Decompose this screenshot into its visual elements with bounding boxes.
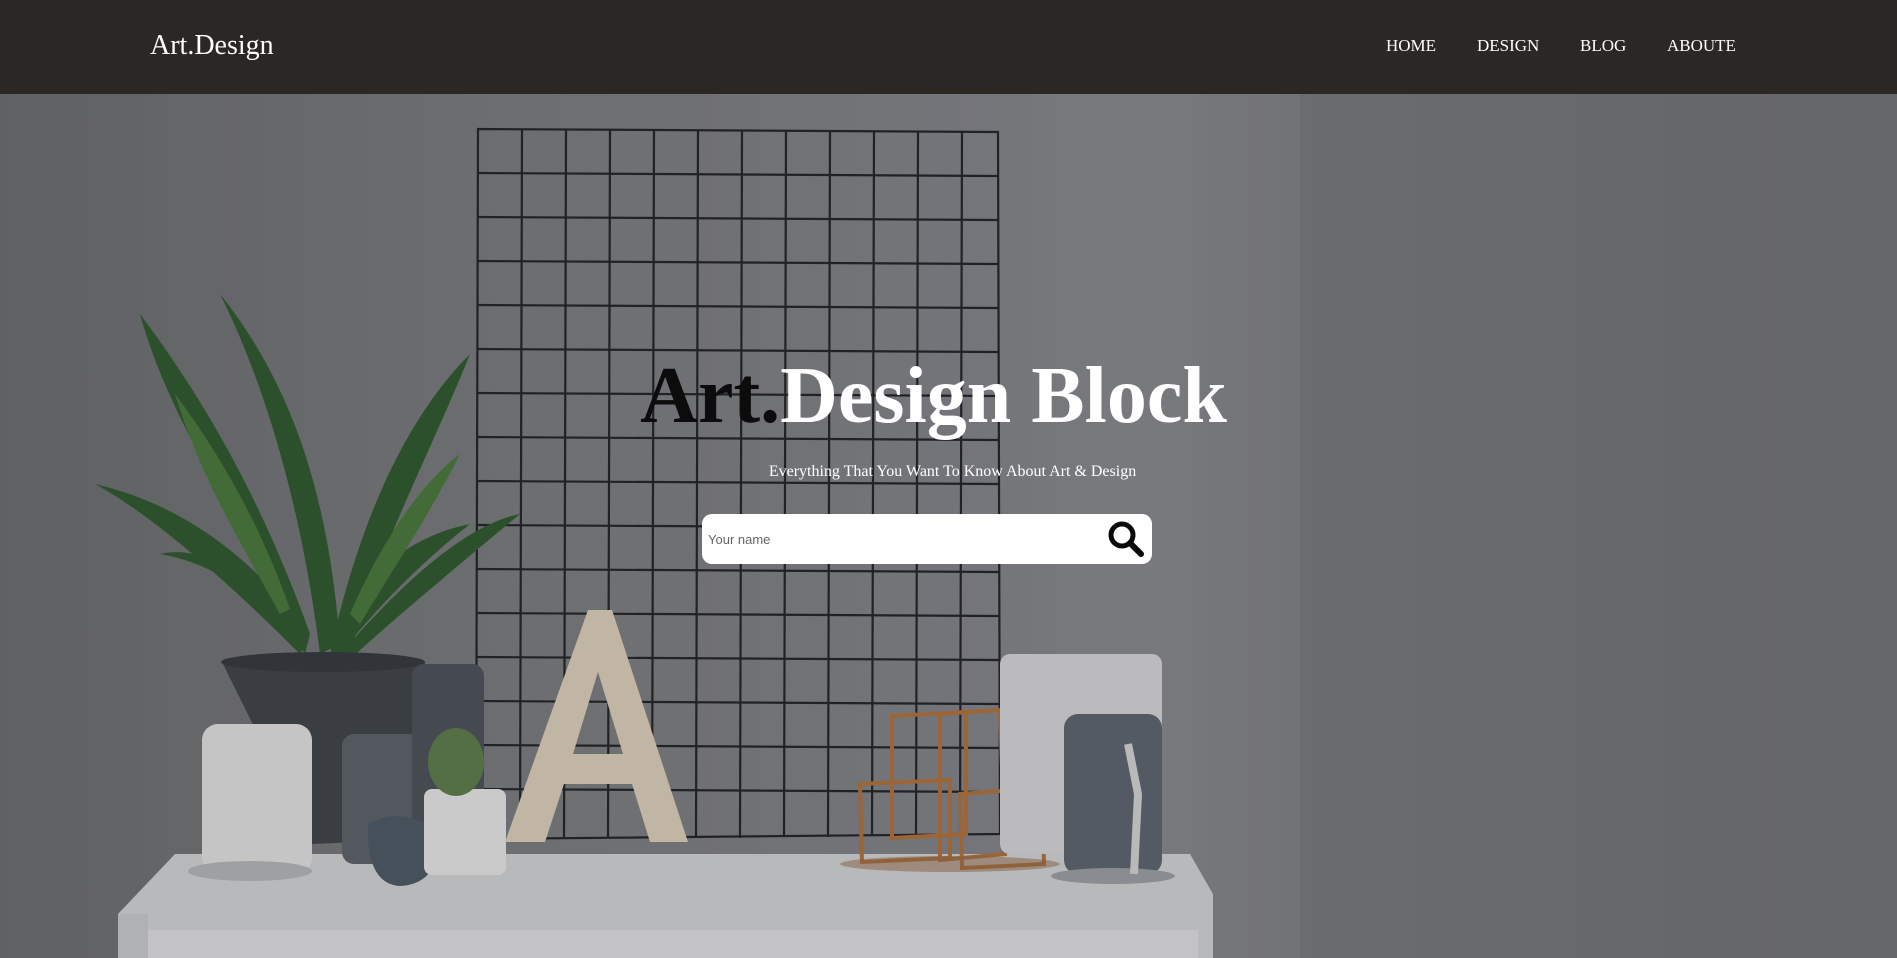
nav-blog[interactable]: BLOG [1580, 35, 1626, 57]
search-input[interactable] [708, 514, 1088, 564]
search-form [702, 514, 1152, 564]
hero-title-part-art: Art. [640, 352, 781, 440]
hero-section: Art.Design Block Everything That You Wan… [0, 94, 1897, 958]
search-icon [1108, 521, 1144, 557]
main-nav: HOME DESIGN BLOG ABOUTE [0, 0, 1897, 94]
hero-title-part-design: Design Block [780, 352, 1227, 440]
nav-about[interactable]: ABOUTE [1667, 35, 1736, 57]
site-logo[interactable]: Art.Design [150, 28, 274, 64]
hero-title: Art.Design Block [0, 348, 1897, 444]
search-button[interactable] [1106, 520, 1146, 558]
site-header: Art.Design HOME DESIGN BLOG ABOUTE [0, 0, 1897, 94]
nav-home[interactable]: HOME [1386, 35, 1436, 57]
hero-subtitle: Everything That You Want To Know About A… [768, 463, 1137, 480]
nav-design[interactable]: DESIGN [1477, 35, 1539, 57]
